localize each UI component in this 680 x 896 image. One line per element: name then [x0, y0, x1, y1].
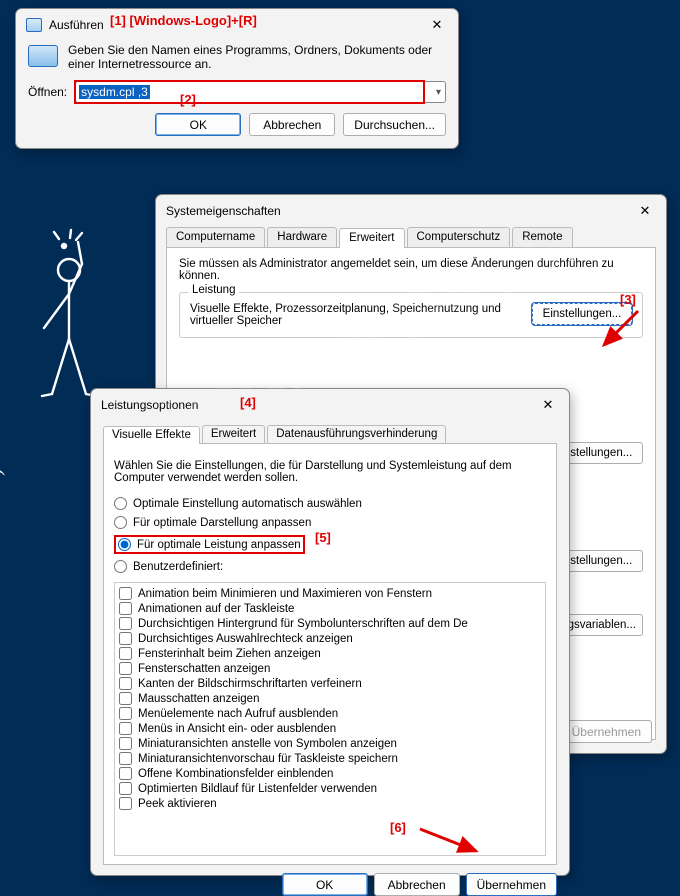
tab-erweitert[interactable]: Erweitert [339, 228, 404, 248]
visual-effect-checkbox[interactable]: Miniaturansichten anstelle von Symbolen … [119, 736, 541, 751]
einstellungen-leistung-button[interactable]: Einstellungen... [532, 303, 632, 325]
perfopt-cancel-button[interactable]: Abbrechen [374, 873, 460, 896]
close-icon[interactable]: ✕ [424, 15, 450, 35]
perfopt-apply-button[interactable]: Übernehmen [466, 873, 557, 896]
run-command-input[interactable]: sysdm.cpl ,3 ▾ [75, 81, 446, 103]
radio-auto[interactable]: Optimale Einstellung automatisch auswähl… [114, 497, 546, 510]
performance-options-dialog: Leistungsoptionen ✕ Visuelle Effekte Erw… [90, 388, 570, 876]
visual-effect-checkbox[interactable]: Fensterinhalt beim Ziehen anzeigen [119, 646, 541, 661]
group-leistung-desc: Visuelle Effekte, Prozessorzeitplanung, … [190, 303, 526, 327]
visual-effect-checkbox[interactable]: Durchsichtiges Auswahlrechteck anzeigen [119, 631, 541, 646]
perfopt-description: Wählen Sie die Einstellungen, die für Da… [114, 460, 546, 484]
program-icon [28, 45, 58, 67]
radio-best-appearance[interactable]: Für optimale Darstellung anpassen [114, 516, 546, 529]
admin-note: Sie müssen als Administrator angemeldet … [179, 258, 643, 282]
visual-effect-checkbox[interactable]: Animation beim Minimieren und Maximieren… [119, 586, 541, 601]
radio-custom[interactable]: Benutzerdefiniert: [114, 560, 546, 573]
watermark-side-url: www.SoftwareOK.de :-) [0, 468, 6, 704]
visual-effect-checkbox[interactable]: Durchsichtigen Hintergrund für Symbolunt… [119, 616, 541, 631]
tab-dep[interactable]: Datenausführungsverhinderung [267, 425, 446, 443]
browse-button[interactable]: Durchsuchen... [343, 113, 446, 136]
cancel-button[interactable]: Abbrechen [249, 113, 335, 136]
ok-button[interactable]: OK [155, 113, 241, 136]
run-description: Geben Sie den Namen eines Programms, Ord… [68, 43, 446, 71]
tab-perf-erweitert[interactable]: Erweitert [202, 425, 265, 443]
visual-effect-checkbox[interactable]: Menüs in Ansicht ein- oder ausblenden [119, 721, 541, 736]
visual-effect-checkbox[interactable]: Mausschatten anzeigen [119, 691, 541, 706]
visual-effect-checkbox[interactable]: Kanten der Bildschirmschriftarten verfei… [119, 676, 541, 691]
visual-effects-list[interactable]: Animation beim Minimieren und Maximieren… [114, 582, 546, 856]
run-title: Ausführen [49, 18, 424, 32]
visual-effect-checkbox[interactable]: Optimierten Bildlauf für Listenfelder ve… [119, 781, 541, 796]
dropdown-icon[interactable]: ▾ [436, 87, 441, 98]
sysprops-title: Systemeigenschaften [166, 204, 632, 218]
visual-effect-checkbox[interactable]: Peek aktivieren [119, 796, 541, 811]
run-icon [26, 18, 42, 32]
perfopt-ok-button[interactable]: OK [282, 873, 368, 896]
tab-remote[interactable]: Remote [512, 227, 572, 247]
close-icon[interactable]: ✕ [535, 395, 561, 415]
tab-visuelle-effekte[interactable]: Visuelle Effekte [103, 426, 200, 444]
visual-effect-checkbox[interactable]: Animationen auf der Taskleiste [119, 601, 541, 616]
radio-best-performance[interactable]: Für optimale Leistung anpassen [114, 535, 305, 554]
visual-effect-checkbox[interactable]: Menüelemente nach Aufruf ausblenden [119, 706, 541, 721]
sysprops-apply-button[interactable]: Übernehmen [561, 720, 652, 743]
group-leistung-legend: Leistung [188, 284, 239, 296]
tab-hardware[interactable]: Hardware [267, 227, 337, 247]
tab-computername[interactable]: Computername [166, 227, 265, 247]
open-label: Öffnen: [28, 85, 67, 99]
perfopt-title: Leistungsoptionen [101, 398, 535, 412]
tab-computerschutz[interactable]: Computerschutz [407, 227, 511, 247]
run-dialog: Ausführen ✕ Geben Sie den Namen eines Pr… [15, 8, 459, 149]
visual-effect-checkbox[interactable]: Offene Kombinationsfelder einblenden [119, 766, 541, 781]
close-icon[interactable]: ✕ [632, 201, 658, 221]
visual-effect-checkbox[interactable]: Miniaturansichtenvorschau für Taskleiste… [119, 751, 541, 766]
visual-effect-checkbox[interactable]: Fensterschatten anzeigen [119, 661, 541, 676]
